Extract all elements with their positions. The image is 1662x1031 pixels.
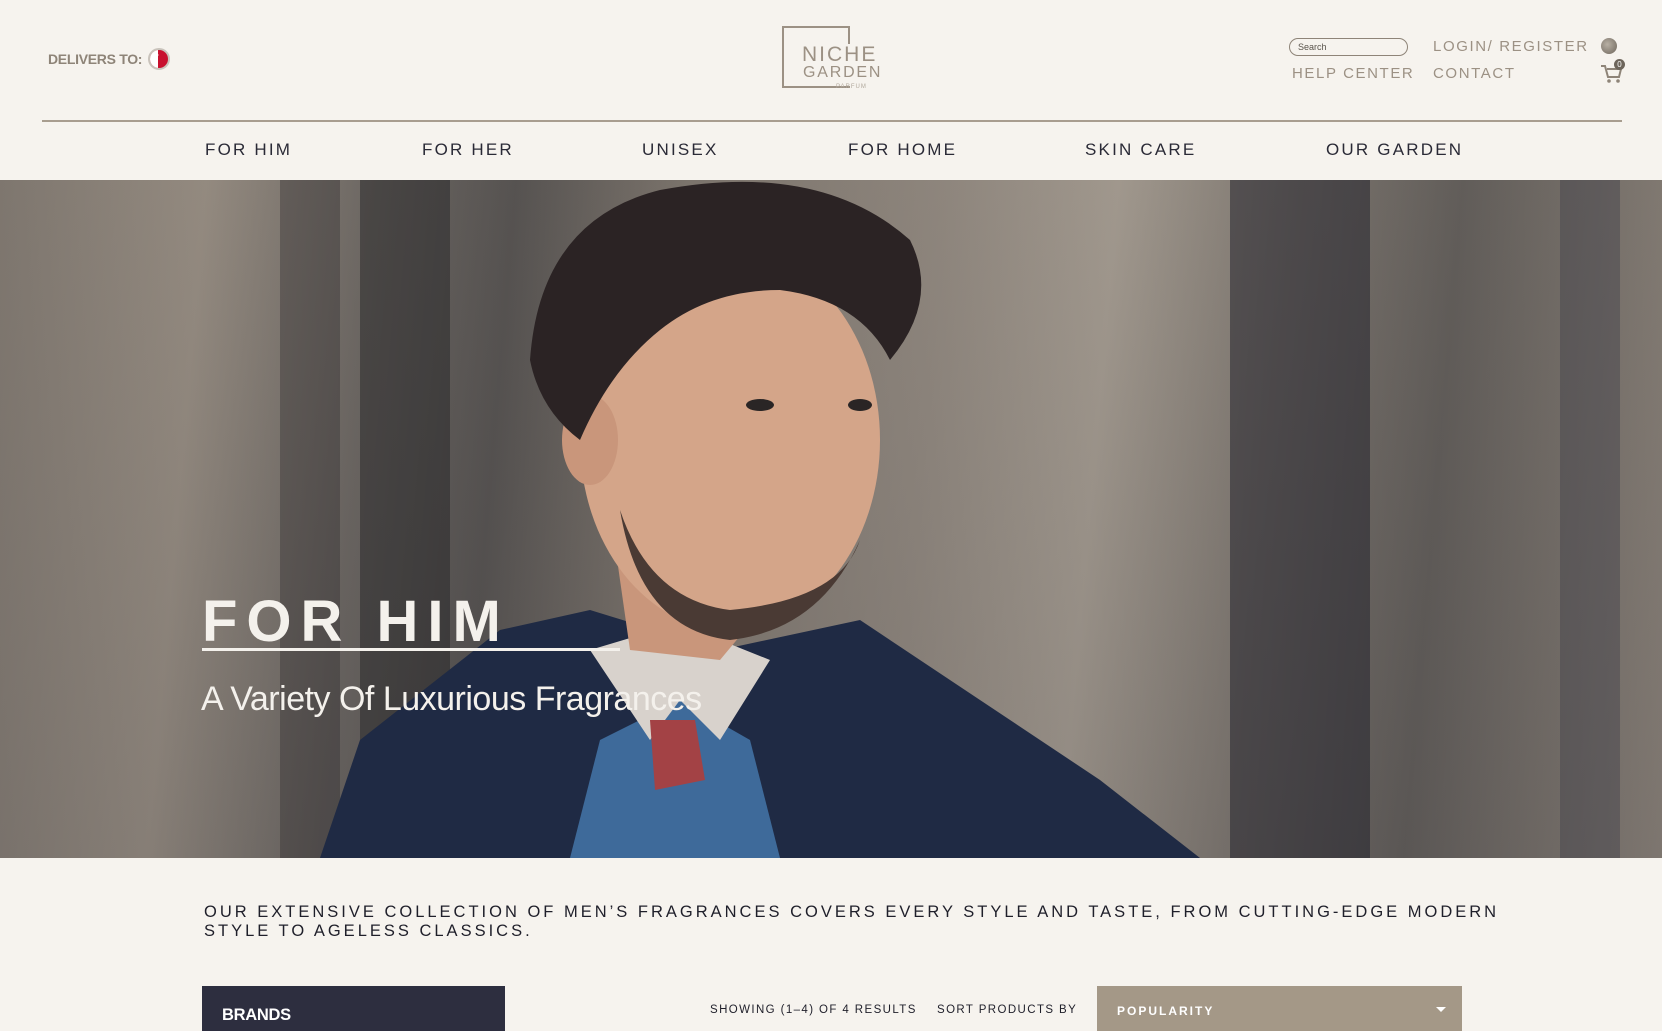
logo-line2: GARDEN xyxy=(803,64,883,81)
logo[interactable]: NICHE GARDEN PARFUM xyxy=(782,26,882,92)
nav-unisex[interactable]: UNISEX xyxy=(642,140,719,160)
cart-count-badge: 0 xyxy=(1614,59,1625,70)
site-header: DELIVERS TO: NICHE GARDEN PARFUM LOGIN/ … xyxy=(0,0,1662,180)
hero-subtitle: A Variety Of Luxurious Fragrances xyxy=(201,680,702,718)
chevron-down-icon xyxy=(1436,1007,1446,1012)
hero-model-image xyxy=(320,181,1200,858)
collection-intro: OUR EXTENSIVE COLLECTION OF MEN’S FRAGRA… xyxy=(204,903,1500,940)
nav-for-him[interactable]: FOR HIM xyxy=(205,140,292,160)
brands-filter-header[interactable]: BRANDS xyxy=(202,986,505,1031)
search-input[interactable] xyxy=(1289,38,1408,56)
sort-label: SORT PRODUCTS BY xyxy=(937,1004,1078,1016)
help-center-link[interactable]: HELP CENTER xyxy=(1292,65,1414,82)
bahrain-flag-icon[interactable] xyxy=(148,48,171,70)
delivers-to[interactable]: DELIVERS TO: xyxy=(48,48,171,70)
hero-title: FOR HIM xyxy=(202,589,510,654)
contact-link[interactable]: CONTACT xyxy=(1433,65,1516,82)
nav-our-garden[interactable]: OUR GARDEN xyxy=(1326,140,1463,160)
delivers-label: DELIVERS TO: xyxy=(48,51,143,67)
results-count: SHOWING (1–4) OF 4 RESULTS xyxy=(710,1004,917,1016)
nav-for-her[interactable]: FOR HER xyxy=(422,140,514,160)
login-register-link[interactable]: LOGIN/ REGISTER xyxy=(1433,38,1589,55)
globe-icon[interactable] xyxy=(1601,38,1617,54)
hero-banner: FOR HIM A Variety Of Luxurious Fragrance… xyxy=(0,180,1662,858)
nav-for-home[interactable]: FOR HOME xyxy=(848,140,957,160)
logo-line3: PARFUM xyxy=(836,84,867,90)
hero-title-underline xyxy=(202,648,620,651)
sort-selected-value: POPULARITY xyxy=(1117,1004,1215,1018)
main-nav: FOR HIM FOR HER UNISEX FOR HOME SKIN CAR… xyxy=(0,136,1662,166)
nav-skin-care[interactable]: SKIN CARE xyxy=(1085,140,1196,160)
header-divider xyxy=(42,120,1622,122)
sort-select[interactable]: POPULARITY xyxy=(1097,986,1462,1031)
